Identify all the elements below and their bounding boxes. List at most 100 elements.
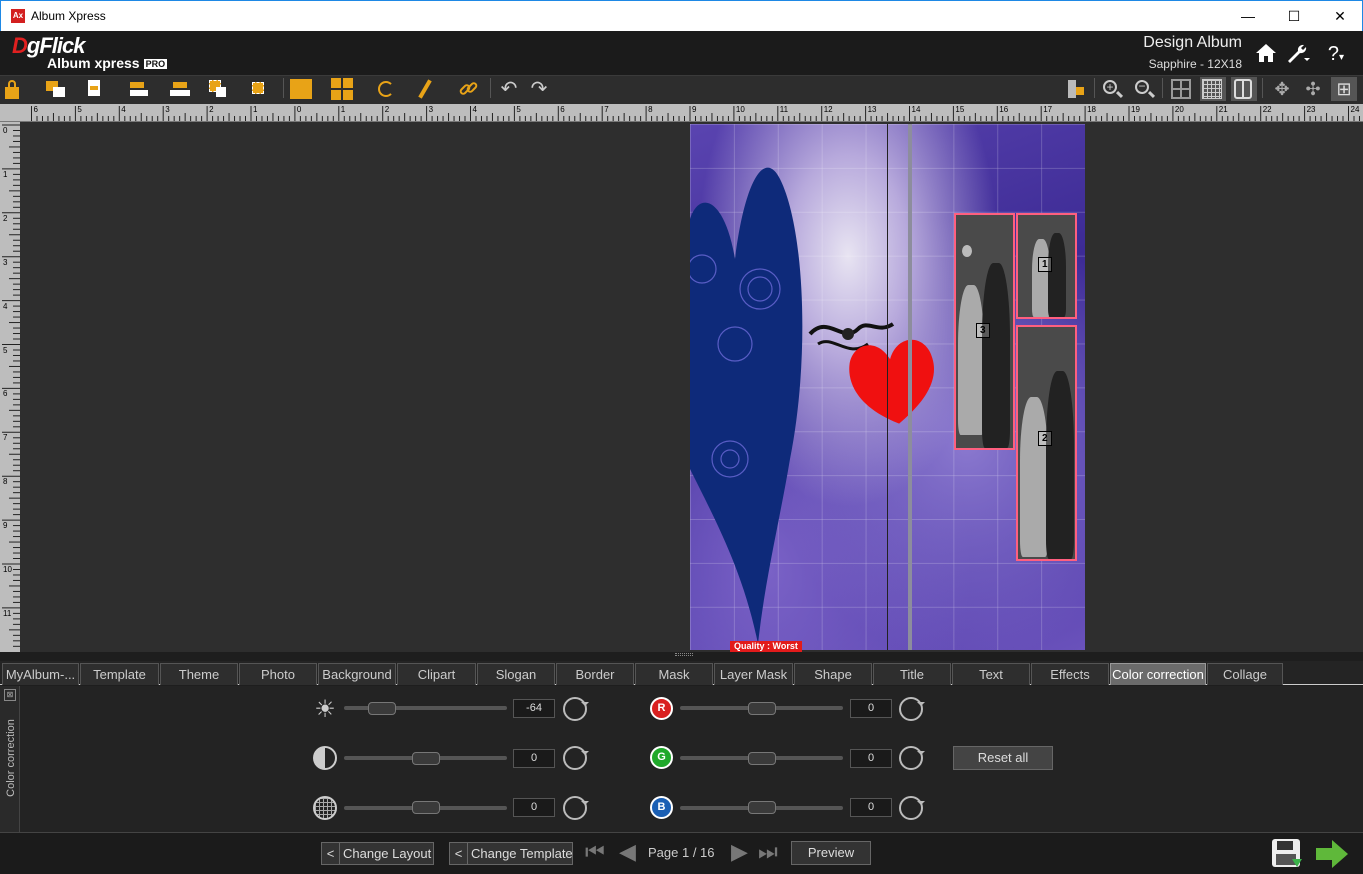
tab-myalbum[interactable]: MyAlbum-... xyxy=(2,663,79,685)
page-fold xyxy=(908,124,912,650)
align-left-icon[interactable] xyxy=(127,77,153,101)
tab-color-correction[interactable]: Color correction xyxy=(1110,663,1206,685)
guides-icon[interactable] xyxy=(1169,77,1195,101)
contrast-slider-thumb[interactable] xyxy=(412,752,440,765)
photo-number-1: 1 xyxy=(1038,257,1052,272)
distribute-icon[interactable] xyxy=(206,77,232,101)
saturation-slider-thumb[interactable] xyxy=(412,801,440,814)
grid-layout-icon[interactable] xyxy=(330,77,356,101)
change-template-button[interactable]: < Change Template xyxy=(449,842,573,865)
help-icon[interactable]: ?▾ xyxy=(1323,42,1349,66)
undo-icon[interactable]: ↶ xyxy=(496,77,522,101)
page-setup-icon[interactable] xyxy=(84,77,110,101)
ruler-label: 24 xyxy=(1350,105,1360,114)
ruler-label: 20 xyxy=(1174,105,1184,114)
contrast-reset-icon[interactable] xyxy=(563,746,589,770)
tab-theme[interactable]: Theme xyxy=(160,663,238,685)
panel-splitter[interactable] xyxy=(675,653,693,656)
prev-page-icon[interactable]: ◀ xyxy=(619,839,636,865)
align-center-icon[interactable] xyxy=(167,77,193,101)
red-heart-clipart[interactable] xyxy=(847,334,939,429)
tab-background[interactable]: Background xyxy=(318,663,396,685)
fit-page-icon[interactable]: ✥ xyxy=(1269,77,1295,101)
brightness-reset-icon[interactable] xyxy=(563,697,589,721)
fullscreen-icon[interactable]: ⊞ xyxy=(1331,77,1357,101)
ruler-label: 8 xyxy=(648,105,653,114)
blue-heart-clipart[interactable] xyxy=(690,159,820,649)
tab-mask[interactable]: Mask xyxy=(635,663,713,685)
green-reset-icon[interactable] xyxy=(899,746,925,770)
red-slider-thumb[interactable] xyxy=(748,702,776,715)
tab-template[interactable]: Template xyxy=(80,663,159,685)
reset-all-button[interactable]: Reset all xyxy=(953,746,1053,770)
blue-channel-icon: B xyxy=(650,796,673,819)
lock-icon[interactable] xyxy=(3,77,29,101)
tab-text[interactable]: Text xyxy=(952,663,1030,685)
tab-collage[interactable]: Collage xyxy=(1207,663,1283,685)
layer-order-icon[interactable] xyxy=(1064,77,1090,101)
album-page[interactable]: 3 1 2 xyxy=(690,124,1085,650)
grid-toggle-icon[interactable] xyxy=(1200,77,1226,101)
tab-title[interactable]: Title xyxy=(873,663,951,685)
ruler-label: 23 xyxy=(1306,105,1316,114)
tab-clipart[interactable]: Clipart xyxy=(397,663,476,685)
blue-slider-thumb[interactable] xyxy=(748,801,776,814)
maximize-button[interactable]: ☐ xyxy=(1271,1,1317,31)
save-icon[interactable] xyxy=(1270,837,1304,871)
redo-icon[interactable]: ↷ xyxy=(526,77,552,101)
last-page-icon[interactable]: ⏭ xyxy=(758,839,778,865)
tab-border[interactable]: Border xyxy=(556,663,634,685)
group-icon[interactable] xyxy=(248,77,274,101)
first-page-icon[interactable]: ⏮ xyxy=(585,839,605,865)
photo-frame-3[interactable]: 3 xyxy=(954,213,1015,450)
minimize-button[interactable]: — xyxy=(1225,1,1271,31)
ruler-label: 6 xyxy=(560,105,565,114)
contrast-value[interactable]: 0 xyxy=(513,749,555,768)
ruler-label: 7 xyxy=(604,105,609,114)
link-icon[interactable] xyxy=(456,77,482,101)
horizontal-ruler: 6 5 4 3 2 1 0 1 2 3 4 5 6 7 8 9 10 11 12 13 14 15 16 17 18 19 20 21… xyxy=(0,104,1363,122)
preview-button[interactable]: Preview xyxy=(791,841,871,865)
saturation-reset-icon[interactable] xyxy=(563,796,589,820)
tab-shape[interactable]: Shape xyxy=(794,663,872,685)
next-page-icon[interactable]: ▶ xyxy=(731,839,748,865)
green-slider-thumb[interactable] xyxy=(748,752,776,765)
zoom-in-icon[interactable]: + xyxy=(1100,77,1126,101)
saturation-value[interactable]: 0 xyxy=(513,798,555,817)
move-icon[interactable]: ✣ xyxy=(1300,77,1326,101)
tab-photo[interactable]: Photo xyxy=(239,663,317,685)
ruler-label: 3 xyxy=(3,257,8,267)
red-reset-icon[interactable] xyxy=(899,697,925,721)
zoom-out-icon[interactable]: − xyxy=(1132,77,1158,101)
ruler-label: 2 xyxy=(3,213,8,223)
tab-slogan[interactable]: Slogan xyxy=(477,663,555,685)
photo-number-3: 3 xyxy=(976,323,990,338)
ruler-label: 12 xyxy=(823,105,833,114)
ruler-label: 5 xyxy=(77,105,82,114)
tab-layer-mask[interactable]: Layer Mask xyxy=(714,663,793,685)
red-value[interactable]: 0 xyxy=(850,699,892,718)
edit-pen-icon[interactable] xyxy=(412,77,438,101)
next-arrow-icon[interactable] xyxy=(1314,838,1350,870)
close-button[interactable]: ✕ xyxy=(1317,1,1363,31)
tab-effects[interactable]: Effects xyxy=(1031,663,1109,685)
vertical-ruler: 0 1 2 3 4 5 6 7 8 9 10 11 xyxy=(0,122,20,652)
pin-icon[interactable]: ⊠ xyxy=(4,689,16,701)
photo-frame-2[interactable]: 2 xyxy=(1016,325,1077,561)
rotate-icon[interactable] xyxy=(374,77,400,101)
blue-value[interactable]: 0 xyxy=(850,798,892,817)
home-icon[interactable] xyxy=(1253,42,1279,66)
wrench-icon[interactable] xyxy=(1285,42,1311,66)
swap-photos-icon[interactable] xyxy=(289,77,315,101)
change-layout-button[interactable]: < Change Layout xyxy=(321,842,434,865)
brightness-value[interactable]: -64 xyxy=(513,699,555,718)
ruler-label: 10 xyxy=(735,105,745,114)
blue-reset-icon[interactable] xyxy=(899,796,925,820)
green-value[interactable]: 0 xyxy=(850,749,892,768)
ruler-label: 22 xyxy=(1262,105,1272,114)
photo-number-2: 2 xyxy=(1038,431,1052,446)
spread-view-icon[interactable] xyxy=(1231,77,1257,101)
brightness-slider-thumb[interactable] xyxy=(368,702,396,715)
photo-frame-1[interactable]: 1 xyxy=(1016,213,1077,319)
arrange-icon[interactable] xyxy=(44,77,70,101)
